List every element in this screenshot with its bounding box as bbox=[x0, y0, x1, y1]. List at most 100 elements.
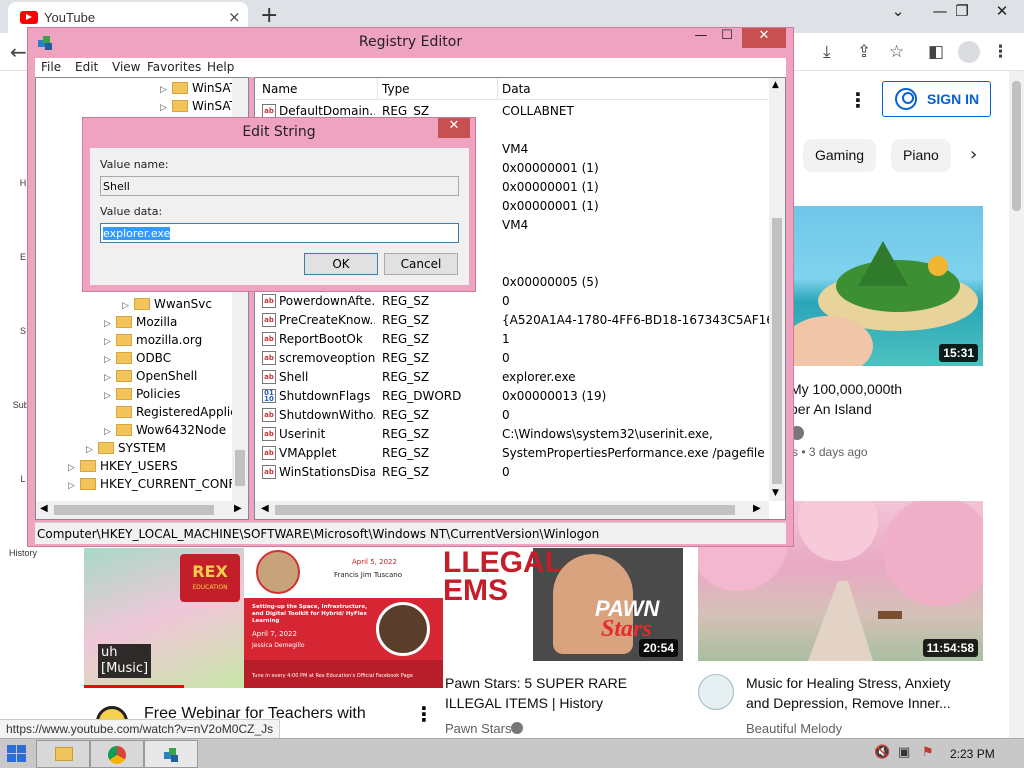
video-thumbnail[interactable]: REX EDUCATION April 5, 2022 Francis Jim … bbox=[84, 548, 443, 688]
tab-close-icon[interactable]: × bbox=[228, 8, 241, 26]
tree-node[interactable]: ▷ OpenShell bbox=[104, 369, 197, 387]
registry-value-row[interactable]: ab ReportBootOk REG_SZ 1 bbox=[255, 330, 770, 349]
tree-node[interactable]: ▷ Wow6432Node bbox=[104, 423, 226, 441]
expand-icon[interactable]: ▷ bbox=[104, 373, 114, 383]
profile-avatar-icon[interactable] bbox=[958, 41, 980, 63]
registry-value-row[interactable]: abWinStationsDisa... REG_SZ 0 bbox=[255, 463, 770, 482]
column-header-type[interactable]: Type bbox=[382, 82, 410, 96]
bookmark-star-icon[interactable]: ☆ bbox=[889, 42, 904, 62]
values-vertical-scrollbar[interactable]: ▲ ▼ bbox=[769, 78, 785, 501]
tree-node[interactable]: ▷ WinSAT bbox=[160, 99, 237, 117]
channel-name[interactable]: Pawn Stars bbox=[445, 721, 511, 736]
video-title[interactable]: Music for Healing Stress, Anxiety and De… bbox=[746, 673, 986, 713]
tree-node[interactable]: ▷ ODBC bbox=[104, 351, 171, 369]
video-title[interactable]: My 100,000,000th ber An Island bbox=[790, 379, 990, 419]
tree-node[interactable]: ▷ WwanSvc bbox=[122, 297, 212, 315]
chevron-right-icon[interactable]: › bbox=[970, 144, 977, 165]
menu-help[interactable]: Help bbox=[207, 60, 234, 74]
taskbar-file-explorer[interactable] bbox=[36, 740, 90, 768]
new-tab-button[interactable]: + bbox=[260, 3, 278, 28]
tree-node[interactable]: ▷ SYSTEM bbox=[86, 441, 166, 459]
scroll-left-icon[interactable]: ◀ bbox=[261, 503, 269, 514]
scroll-down-icon[interactable]: ▼ bbox=[772, 488, 779, 498]
start-button[interactable] bbox=[6, 744, 28, 764]
tree-scrollbar-thumb[interactable] bbox=[235, 450, 245, 486]
registry-value-row[interactable]: ab PowerdownAfte... REG_SZ 0 bbox=[255, 292, 770, 311]
dialog-close-button[interactable]: ✕ bbox=[438, 118, 470, 138]
tree-horizontal-scrollbar[interactable]: ◀ ▶ bbox=[36, 501, 248, 519]
chrome-menu-icon[interactable]: ⋮ bbox=[992, 42, 1009, 62]
scroll-right-icon[interactable]: ▶ bbox=[234, 503, 242, 514]
chip-piano[interactable]: Piano bbox=[891, 139, 951, 172]
ok-button[interactable]: OK bbox=[304, 253, 378, 275]
restore-button[interactable]: ❐ bbox=[944, 2, 980, 20]
value-data-input[interactable]: explorer.exe bbox=[100, 223, 459, 243]
expand-icon[interactable]: ▷ bbox=[122, 301, 132, 311]
menu-edit[interactable]: Edit bbox=[75, 60, 98, 74]
scroll-right-icon[interactable]: ▶ bbox=[753, 503, 761, 514]
expand-icon[interactable]: ▷ bbox=[104, 337, 114, 347]
values-scrollbar-thumb[interactable] bbox=[772, 218, 782, 484]
channel-name[interactable]: Beautiful Melody bbox=[746, 721, 842, 736]
menu-file[interactable]: File bbox=[41, 60, 61, 74]
network-icon[interactable]: ▣ bbox=[898, 745, 910, 760]
channel-avatar[interactable] bbox=[698, 674, 734, 710]
column-header-data[interactable]: Data bbox=[502, 82, 531, 96]
expand-icon[interactable]: ▷ bbox=[160, 103, 170, 113]
scroll-up-icon[interactable]: ▲ bbox=[772, 80, 779, 90]
tree-node[interactable]: ▷ mozilla.org bbox=[104, 333, 202, 351]
tab-search-icon[interactable]: ⌄ bbox=[880, 2, 916, 20]
tree-node[interactable]: ▷ Policies bbox=[104, 387, 180, 405]
video-title[interactable]: Pawn Stars: 5 SUPER RARE ILLEGAL ITEMS |… bbox=[445, 673, 685, 713]
regedit-titlebar[interactable]: Registry Editor — ☐ ✕ bbox=[28, 28, 793, 58]
column-header-name[interactable]: Name bbox=[262, 82, 297, 96]
chip-gaming[interactable]: Gaming bbox=[803, 139, 877, 172]
registry-value-row[interactable]: ab Userinit REG_SZ C:\Windows\system32\user… bbox=[255, 425, 770, 444]
youtube-settings-dots-icon[interactable]: ⋮ bbox=[848, 88, 868, 112]
expand-icon[interactable]: ▷ bbox=[86, 445, 96, 455]
registry-value-row[interactable]: ab Shell REG_SZ explorer.exe bbox=[255, 368, 770, 387]
column-divider[interactable] bbox=[497, 78, 498, 100]
volume-muted-icon[interactable]: 🔇 bbox=[874, 745, 890, 760]
tree-node[interactable]: ▷ HKEY_USERS bbox=[68, 459, 178, 477]
expand-icon[interactable]: ▷ bbox=[104, 319, 114, 329]
registry-key-path[interactable]: Computer\HKEY_LOCAL_MACHINE\SOFTWARE\Mic… bbox=[37, 527, 599, 541]
video-options-icon[interactable]: ⋮ bbox=[414, 702, 434, 726]
tree-node[interactable]: ▷ WinSAT bbox=[160, 81, 237, 99]
regedit-maximize-button[interactable]: ☐ bbox=[714, 28, 740, 48]
expand-icon[interactable]: ▷ bbox=[104, 391, 114, 401]
tree-hscroll-thumb[interactable] bbox=[54, 505, 214, 515]
share-icon[interactable]: ⇪ bbox=[857, 42, 871, 62]
sidebar-history-label[interactable]: History bbox=[0, 548, 46, 558]
menu-view[interactable]: View bbox=[112, 60, 140, 74]
side-panel-icon[interactable]: ◧ bbox=[928, 42, 944, 62]
install-app-icon[interactable]: ⤓ bbox=[823, 42, 831, 62]
registry-value-row[interactable]: ab scremoveoption REG_SZ 0 bbox=[255, 349, 770, 368]
registry-value-row[interactable]: ab ShutdownWitho... REG_SZ 0 bbox=[255, 406, 770, 425]
registry-value-row[interactable]: ab PreCreateKnow... REG_SZ {A520A1A4-1780-4… bbox=[255, 311, 782, 330]
taskbar-chrome[interactable] bbox=[90, 740, 144, 768]
page-scrollbar-thumb[interactable] bbox=[1012, 81, 1021, 211]
video-thumbnail[interactable]: 15:31 bbox=[788, 206, 983, 366]
tree-node[interactable]: RegisteredApplica bbox=[104, 405, 244, 423]
close-button[interactable]: ✕ bbox=[984, 2, 1020, 20]
expand-icon[interactable]: ▷ bbox=[68, 481, 78, 491]
regedit-minimize-button[interactable]: — bbox=[688, 28, 714, 48]
expand-icon[interactable]: ▷ bbox=[160, 85, 170, 95]
tree-node[interactable]: ▷ HKEY_CURRENT_CONFIG bbox=[68, 477, 248, 495]
sign-in-button[interactable]: SIGN IN bbox=[882, 81, 991, 117]
regedit-close-button[interactable]: ✕ bbox=[742, 28, 786, 48]
menu-favorites[interactable]: Favorites bbox=[147, 60, 201, 74]
expand-icon[interactable]: ▷ bbox=[104, 427, 114, 437]
cancel-button[interactable]: Cancel bbox=[384, 253, 458, 275]
page-scrollbar[interactable] bbox=[1009, 71, 1024, 738]
back-arrow-icon[interactable]: ← bbox=[10, 40, 27, 64]
column-divider[interactable] bbox=[377, 78, 378, 100]
values-horizontal-scrollbar[interactable]: ◀ ▶ bbox=[255, 501, 769, 519]
registry-value-row[interactable]: ab VMApplet REG_SZ SystemPropertiesPerforma… bbox=[255, 444, 770, 463]
taskbar-registry-editor[interactable] bbox=[144, 740, 198, 768]
values-hscroll-thumb[interactable] bbox=[275, 505, 735, 515]
video-thumbnail[interactable]: LLEGAL EMS PAWN Stars 20:54 bbox=[443, 548, 683, 661]
action-center-icon[interactable]: ⚑ bbox=[922, 745, 934, 760]
scroll-left-icon[interactable]: ◀ bbox=[40, 503, 48, 514]
